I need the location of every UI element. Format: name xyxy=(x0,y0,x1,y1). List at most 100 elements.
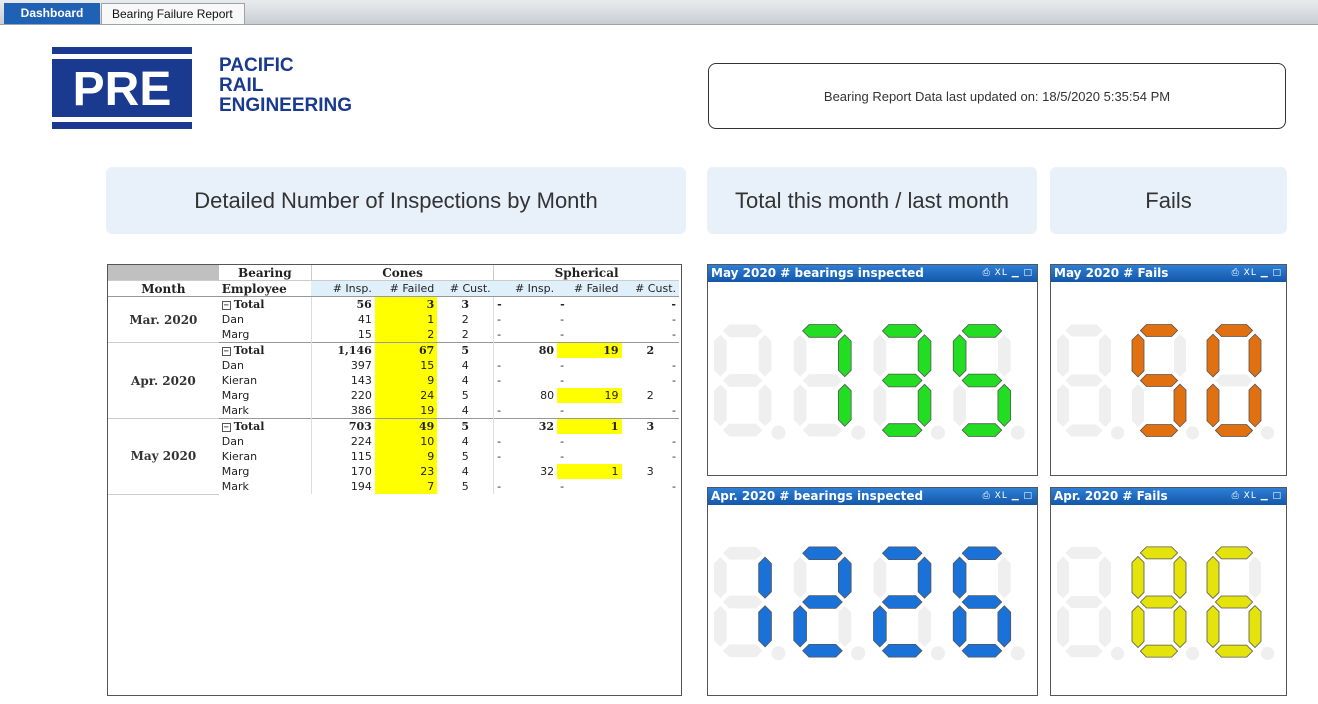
employee-cell[interactable]: Dan xyxy=(219,358,312,373)
led-segment xyxy=(881,423,923,437)
led-segment xyxy=(952,605,967,648)
logo-mark-text: PRE xyxy=(73,63,172,116)
last-updated-box: Bearing Report Data last updated on: 18/… xyxy=(708,63,1286,129)
panel-may-inspected[interactable]: May 2020 # bearings inspected ⎙ XL ▁ □ xyxy=(707,264,1038,476)
sph-cell: 1 xyxy=(557,418,622,434)
pivot-col-sph-failed[interactable]: # Failed xyxy=(557,280,622,297)
led-segment xyxy=(714,334,727,377)
panel-controls[interactable]: ⎙ XL ▁ □ xyxy=(1232,265,1282,282)
employee-cell[interactable]: − Total xyxy=(218,296,312,312)
led-segment xyxy=(1131,605,1145,649)
led-segment xyxy=(722,374,763,387)
sph-cell: - xyxy=(493,434,558,449)
sph-cell: - xyxy=(560,404,565,417)
pivot-col-sph-cust[interactable]: # Cust. xyxy=(621,280,679,297)
month-cell[interactable]: Mar. 2020 xyxy=(108,296,219,343)
employee-name: Marg xyxy=(221,465,250,478)
panel-apr-inspected[interactable]: Apr. 2020 # bearings inspected ⎙ XL ▁ □ xyxy=(707,487,1038,696)
led-digit xyxy=(873,546,945,661)
led-segment xyxy=(1214,595,1254,609)
panel-controls[interactable]: ⎙ XL ▁ □ xyxy=(983,488,1033,505)
cones-cell: 4 xyxy=(461,404,469,417)
led-segment xyxy=(881,643,923,658)
employee-cell[interactable]: Dan xyxy=(219,312,312,327)
led-segment xyxy=(838,556,852,599)
employee-cell[interactable]: Marg xyxy=(219,388,312,403)
pivot-group-cones[interactable]: Cones xyxy=(310,265,494,281)
led-segment xyxy=(881,546,923,561)
tab-bearing-failure-report[interactable]: Bearing Failure Report xyxy=(101,3,245,24)
panel-may-fails[interactable]: May 2020 # Fails ⎙ XL ▁ □ xyxy=(1050,264,1287,476)
employee-name: Kieran xyxy=(221,450,258,463)
pivot-col-sph-insp[interactable]: # Insp. xyxy=(493,280,558,297)
inspections-pivot-table[interactable]: Bearing Cones Spherical Month Employee #… xyxy=(107,264,682,696)
led-segment xyxy=(873,605,887,648)
panel-title: May 2020 # bearings inspected xyxy=(711,266,924,280)
led-segment xyxy=(1248,383,1262,428)
led-segment xyxy=(961,324,1003,338)
panel-title: Apr. 2020 # Fails xyxy=(1054,489,1168,503)
led-digit xyxy=(1206,546,1275,661)
employee-cell[interactable]: − Total xyxy=(218,418,312,434)
pivot-col-cones-cust[interactable]: # Cust. xyxy=(437,280,494,297)
pivot-col-cones-insp[interactable]: # Insp. xyxy=(311,280,375,297)
employee-cell[interactable]: Mark xyxy=(219,479,312,494)
section-title-detailed: Detailed Number of Inspections by Month xyxy=(194,187,598,213)
collapse-icon[interactable]: − xyxy=(221,423,231,432)
cones-cell: 1 xyxy=(374,312,438,327)
pivot-group-spherical[interactable]: Spherical xyxy=(493,265,679,281)
employee-cell[interactable]: Marg xyxy=(219,327,312,343)
led-segment xyxy=(722,595,763,609)
collapse-icon[interactable]: − xyxy=(221,301,231,310)
sph-cell: - xyxy=(560,328,565,341)
led-segment xyxy=(714,605,727,647)
led-segment xyxy=(1099,334,1111,377)
led-segment xyxy=(802,643,843,658)
collapse-icon[interactable]: − xyxy=(221,347,231,356)
led-segment xyxy=(961,595,1003,609)
employee-cell[interactable]: − Total xyxy=(218,342,312,358)
led-digit xyxy=(1131,324,1200,440)
panel-controls[interactable]: ⎙ XL ▁ □ xyxy=(983,265,1033,282)
led-segment xyxy=(758,605,772,648)
cones-cell: 9 xyxy=(374,373,438,388)
led-segment xyxy=(793,334,807,377)
sph-cell: - xyxy=(672,328,676,341)
led-decimal-point xyxy=(1261,426,1275,440)
cones-cell: 5 xyxy=(461,450,469,463)
sph-cell: - xyxy=(621,296,679,312)
employee-cell[interactable]: Marg xyxy=(219,464,312,479)
sph-cell: 19 xyxy=(557,342,622,358)
employee-cell[interactable]: Mark xyxy=(219,403,312,419)
led-segment xyxy=(1065,424,1103,437)
sph-cell: - xyxy=(672,404,676,417)
month-cell[interactable]: May 2020 xyxy=(108,418,219,495)
employee-name: Mark xyxy=(221,480,249,493)
sph-cell: 1 xyxy=(557,464,622,479)
led-segment xyxy=(952,334,967,378)
led-segment xyxy=(953,384,967,427)
led-decimal-point xyxy=(851,425,866,440)
led-segment xyxy=(997,605,1012,648)
sph-cell: - xyxy=(560,359,565,372)
led-segment xyxy=(1065,645,1103,658)
employee-cell[interactable]: Dan xyxy=(219,434,312,449)
led-segment xyxy=(1132,384,1144,427)
month-cell[interactable]: Apr. 2020 xyxy=(108,342,219,419)
panel-apr-fails[interactable]: Apr. 2020 # Fails ⎙ XL ▁ □ xyxy=(1050,487,1287,696)
pivot-col-month[interactable]: Month xyxy=(108,281,219,297)
led-segment xyxy=(1206,605,1220,649)
pivot-col-employee[interactable]: Employee xyxy=(219,281,312,297)
tab-dashboard[interactable]: Dashboard xyxy=(4,3,100,24)
pivot-col-cones-failed[interactable]: # Failed xyxy=(374,280,438,297)
led-digit xyxy=(952,546,1025,661)
led-segment xyxy=(793,557,807,599)
led-digit xyxy=(793,546,866,661)
panel-controls[interactable]: ⎙ XL ▁ □ xyxy=(1232,488,1282,505)
led-segment xyxy=(1139,374,1179,387)
sph-cell: - xyxy=(557,296,622,312)
cones-cell: 4 xyxy=(461,435,469,448)
led-decimal-point xyxy=(771,425,786,440)
employee-cell[interactable]: Kieran xyxy=(219,449,312,464)
employee-cell[interactable]: Kieran xyxy=(219,373,312,388)
